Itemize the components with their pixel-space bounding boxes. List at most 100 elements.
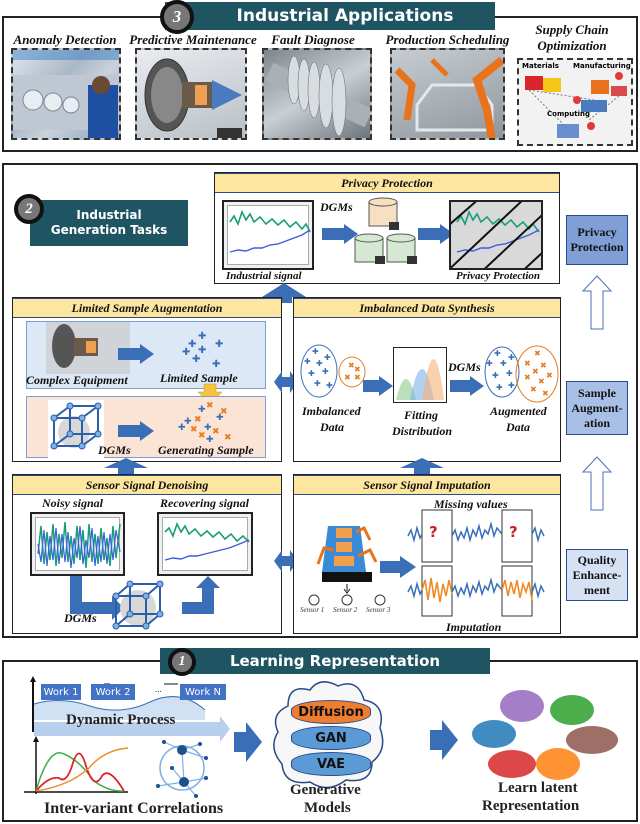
privacy-input-label: Industrial signal	[226, 270, 302, 282]
svg-text:✚: ✚	[496, 383, 503, 392]
svg-text:✖: ✖	[220, 407, 228, 417]
privacy-panel-header: Privacy Protection	[215, 173, 559, 193]
anomaly-detection-image	[11, 48, 121, 140]
level-privacy-line1: Privacy	[577, 225, 617, 239]
limited-sample-header: Limited Sample Augmentation	[13, 298, 281, 318]
imbalanced-arrow-1	[363, 376, 393, 396]
imbalanced-label-line1: Imbalanced	[302, 404, 361, 418]
generation-badge: 2	[14, 194, 44, 224]
svg-text:✚: ✚	[500, 359, 507, 368]
svg-text:✚: ✚	[215, 339, 223, 350]
distribution-curves	[396, 359, 444, 400]
correlation-label: Inter-variant Correlations	[44, 800, 224, 817]
svg-text:✚: ✚	[198, 405, 206, 415]
svg-text:✖: ✖	[354, 373, 361, 382]
cluster-orange	[536, 748, 580, 780]
augmented-label-line1: Augmented	[490, 404, 547, 418]
hollow-up-arrow-2	[581, 456, 613, 511]
fitting-label-line2: Distribution	[392, 424, 453, 438]
latent-cluster-plot	[472, 690, 618, 780]
augmented-label-line2: Data	[506, 420, 530, 434]
sensor-2-label: Sensor 2	[333, 606, 358, 614]
svg-text:✚: ✚	[198, 331, 206, 342]
svg-text:✚: ✚	[506, 369, 513, 378]
generative-models-line2: Models	[304, 800, 351, 816]
app-label-supply-1: Supply Chain	[535, 22, 609, 37]
imbalanced-dgms-label: DGMs	[448, 360, 481, 374]
cluster-brown	[566, 726, 618, 754]
fault-diagnose-image	[262, 48, 372, 140]
generation-title-line2: Generation Tasks	[50, 223, 168, 237]
noisy-signal-label: Noisy signal	[42, 496, 104, 510]
missing-mark-1: ?	[429, 523, 438, 541]
svg-text:✖: ✖	[530, 385, 537, 394]
svg-text:✖: ✖	[224, 433, 232, 443]
svg-text:✖: ✖	[212, 427, 220, 437]
svg-text:✖: ✖	[190, 425, 198, 435]
learning-arrow-2	[430, 720, 458, 760]
svg-text:✖: ✖	[206, 401, 214, 411]
supply-chain-art	[525, 72, 627, 138]
recovering-signal-label: Recovering signal	[160, 496, 249, 510]
level-privacy-protection: Privacy Protection	[566, 215, 628, 265]
app-label-anomaly: Anomaly Detection	[13, 32, 117, 47]
anomaly-photo-art	[13, 50, 119, 138]
applications-title: Industrial Applications	[236, 6, 454, 26]
sensor-1-label: Sensor 1	[300, 606, 325, 614]
svg-text:✚: ✚	[178, 423, 186, 433]
privacy-output-signal-plot	[449, 200, 543, 270]
supply-chain-image: Materials Manufacturing Computing	[517, 58, 633, 146]
limited-arrow-2	[118, 421, 154, 441]
sensor-gauges-icon	[308, 594, 386, 606]
generative-models-line1: Generative	[290, 782, 361, 798]
generating-sample-label: Generating Sample	[158, 443, 254, 457]
app-label-predictive: Predictive Maintenance	[129, 32, 257, 47]
svg-text:✖: ✖	[344, 373, 351, 382]
model-layer-gan: GAN	[291, 726, 371, 750]
model-layer-vae: VAE	[291, 752, 371, 776]
latent-label-line2: Representation	[482, 798, 580, 814]
fitting-distribution-plot	[393, 347, 447, 403]
work-2-box: Work 2	[91, 684, 135, 700]
level-privacy-line2: Protection	[570, 240, 624, 254]
learning-badge: 1	[168, 648, 196, 676]
complex-equipment-label: Complex Equipment	[26, 373, 128, 387]
level-quality-line3: ment	[584, 582, 610, 597]
generation-title-line1: Industrial	[76, 208, 142, 222]
level-quality-line1: Quality	[577, 552, 617, 567]
applications-banner: Industrial Applications	[165, 2, 495, 30]
up-arrow-to-limited	[104, 458, 148, 474]
missing-mark-2: ?	[509, 523, 518, 541]
privacy-input-waveform	[229, 209, 311, 253]
app-label-fault: Fault Diagnose	[271, 32, 355, 47]
turbine-art	[144, 58, 242, 138]
svg-text:✚: ✚	[182, 347, 190, 358]
svg-text:✚: ✚	[212, 359, 220, 370]
level-quality-line2: Enhance-	[572, 567, 622, 582]
denoising-dgm-cube-icon	[112, 580, 164, 630]
privacy-input-signal-plot	[222, 200, 314, 270]
cluster-blue	[472, 720, 516, 748]
noisy-waveform	[37, 521, 121, 569]
svg-text:✖: ✖	[542, 389, 549, 398]
robot-car-art	[394, 56, 503, 138]
sensor-3-label: Sensor 3	[366, 606, 391, 614]
cluster-green	[550, 695, 594, 725]
svg-text:✖: ✖	[198, 431, 206, 441]
latent-label-line1: Learn latent	[498, 780, 578, 796]
correlation-curves	[24, 736, 129, 794]
predictive-maintenance-image	[135, 48, 247, 140]
limited-dgms-label: DGMs	[98, 443, 131, 457]
work-ellipsis: ...	[155, 684, 162, 694]
imputation-header: Sensor Signal Imputation	[294, 475, 560, 495]
limited-arrow-1	[118, 344, 154, 364]
svg-text:✚: ✚	[508, 381, 515, 390]
generated-sample-points: ✚✚✚✚✚✚ ✖✖✖✖ ✖✖✖	[178, 401, 232, 445]
svg-text:✚: ✚	[322, 367, 329, 376]
level-quality-enhancement: Quality Enhance- ment	[566, 549, 628, 601]
level-sample-line2: Augment-	[571, 400, 623, 415]
privacy-dgms-label: DGMs	[320, 200, 353, 214]
svg-text:✚: ✚	[192, 354, 200, 365]
cluster-purple	[500, 690, 544, 722]
svg-text:✖: ✖	[532, 367, 539, 376]
